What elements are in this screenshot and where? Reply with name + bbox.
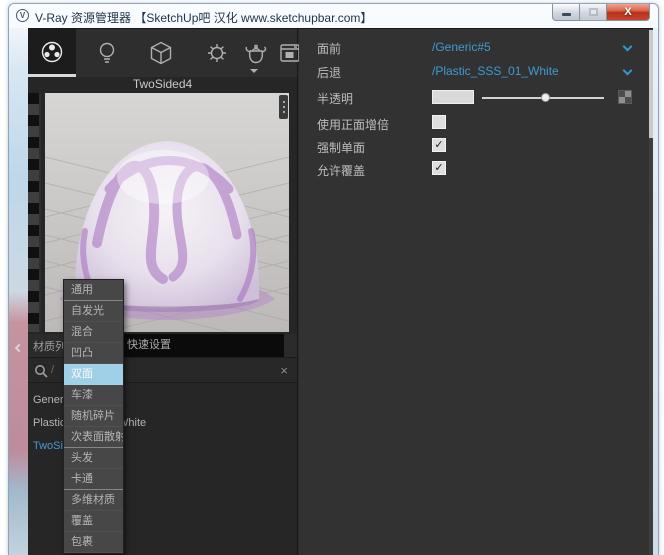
geometry-cube-icon — [150, 41, 172, 65]
render-teapot-icon — [245, 44, 267, 64]
vray-logo-icon: V — [16, 9, 29, 22]
translucency-slider[interactable] — [482, 93, 604, 102]
minimize-icon — [561, 13, 571, 16]
render-dropdown-icon[interactable] — [250, 69, 258, 73]
minimize-button[interactable] — [552, 4, 580, 21]
material-ball-icon — [41, 41, 63, 62]
menu-item-bump[interactable]: 凹凸 — [64, 343, 123, 364]
menu-item-blend[interactable]: 混合 — [64, 322, 123, 343]
titlebar[interactable]: V V-Ray 资源管理器 【SketchUp吧 汉化 www.sketchup… — [9, 4, 658, 28]
window-frame-left — [9, 28, 28, 555]
preview-filmstrip[interactable] — [28, 93, 41, 332]
window-frame-right — [653, 28, 658, 555]
translucency-color-swatch[interactable] — [432, 90, 474, 104]
back-dropdown-icon[interactable] — [622, 65, 633, 76]
menu-item-hair[interactable]: 头发 — [64, 448, 123, 469]
light-bulb-icon — [99, 42, 115, 63]
search-clear-icon[interactable]: × — [280, 362, 288, 379]
maximize-icon — [588, 8, 598, 16]
settings-tab-button[interactable] — [200, 29, 234, 77]
menu-item-multi-material[interactable]: 多维材质 — [64, 490, 123, 511]
menu-item-emissive[interactable]: 自发光 — [64, 301, 123, 322]
properties-panel: 面前 /Generic#5 后退 /Plastic_SSS_01_White 半… — [299, 29, 653, 555]
translucency-texture-icon[interactable] — [618, 90, 632, 104]
force-single-sided-checkbox[interactable]: ✓ — [432, 138, 446, 152]
search-input[interactable]: / — [51, 364, 54, 376]
properties-scrollbar[interactable] — [649, 29, 653, 555]
front-dropdown-icon[interactable] — [622, 41, 633, 52]
use-front-multiplier-label: 使用正面增倍 — [317, 118, 390, 132]
front-material-label: 面前 — [317, 42, 342, 56]
tab-quick-settings[interactable]: 快速设置 — [118, 334, 284, 357]
material-type-menu: 通用 自发光 混合 凹凸 双面 车漆 随机碎片 次表面散射 头发 卡通 多维材质… — [63, 279, 124, 554]
menu-item-twosided[interactable]: 双面 — [64, 364, 123, 385]
collapse-left-panel-icon[interactable] — [14, 338, 24, 356]
app-content: TwoSided4 材质列表 快速设置 / × Generic#5 TwoSid… — [14, 28, 653, 555]
geometry-tab-button[interactable] — [144, 29, 178, 77]
menu-item-toon[interactable]: 卡通 — [64, 469, 123, 490]
allow-override-checkbox[interactable]: ✓ — [432, 161, 446, 175]
menu-item-carpaint[interactable]: 车漆 — [64, 385, 123, 406]
preview-options-icon[interactable] — [279, 95, 288, 119]
window-controls: X — [552, 4, 650, 21]
material-name-label: TwoSided4 — [132, 77, 193, 91]
menu-item-override[interactable]: 覆盖 — [64, 511, 123, 532]
close-icon: X — [624, 5, 632, 18]
back-material-value[interactable]: /Plastic_SSS_01_White — [432, 64, 559, 78]
allow-override-label: 允许覆盖 — [317, 164, 366, 178]
materials-tab-button[interactable] — [28, 29, 76, 77]
lights-tab-button[interactable] — [90, 29, 124, 77]
menu-item-stochastic-flakes[interactable]: 随机碎片 — [64, 406, 123, 427]
front-material-value[interactable]: /Generic#5 — [432, 40, 491, 54]
menu-item-wrapper[interactable]: 包裹 — [64, 532, 123, 553]
translucency-label: 半透明 — [317, 92, 354, 106]
use-front-multiplier-checkbox[interactable] — [432, 115, 446, 129]
menu-item-generic[interactable]: 通用 — [64, 280, 123, 301]
toolbar — [28, 29, 300, 77]
search-icon — [35, 365, 48, 378]
settings-gear-icon — [208, 44, 226, 62]
window-title: V-Ray 资源管理器 【SketchUp吧 汉化 www.sketchupba… — [35, 11, 373, 25]
translucency-slider-handle[interactable] — [541, 93, 551, 102]
close-button[interactable]: X — [606, 4, 650, 21]
force-single-sided-label: 强制单面 — [317, 141, 366, 155]
vray-asset-editor-window: V V-Ray 资源管理器 【SketchUp吧 汉化 www.sketchup… — [8, 3, 659, 555]
back-material-label: 后退 — [317, 66, 342, 80]
maximize-button[interactable] — [580, 4, 606, 21]
properties-scrollbar-thumb[interactable] — [649, 30, 653, 138]
menu-item-sss[interactable]: 次表面散射 — [64, 427, 123, 448]
tab-quick-settings-label: 快速设置 — [127, 339, 171, 351]
